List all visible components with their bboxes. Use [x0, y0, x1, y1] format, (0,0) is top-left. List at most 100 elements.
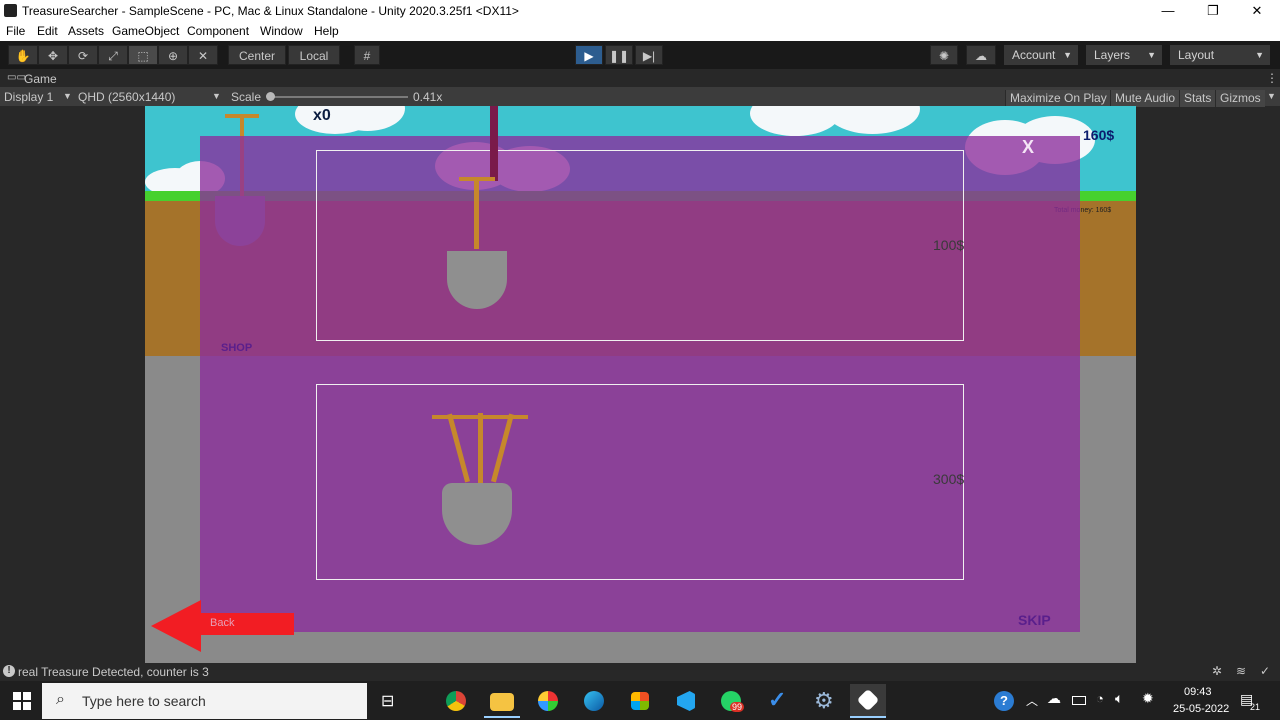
chrome-logo [446, 691, 466, 711]
item-price-300: 300$ [933, 471, 965, 487]
info-icon: ! [3, 665, 15, 677]
menu-component[interactable]: Component [187, 24, 249, 38]
chevron-down-icon: ▼ [1267, 91, 1276, 101]
mute-audio-toggle[interactable]: Mute Audio [1110, 90, 1180, 107]
hand-tool-button[interactable]: ✋ [8, 45, 38, 65]
stats-toggle[interactable]: Stats [1179, 90, 1216, 107]
whatsapp-badge: 99 [730, 702, 745, 712]
shop-item-multi-shovel[interactable]: 300$ [316, 384, 964, 580]
settings-icon[interactable]: ⚙ [806, 684, 842, 718]
windows-start-icon[interactable] [13, 692, 31, 710]
game-view[interactable]: x0 160$ Total money: 160$ SHOP X 100$ 30… [145, 106, 1136, 663]
layout-dropdown[interactable]: Layout ▼ [1170, 45, 1270, 65]
scale-slider-thumb[interactable] [266, 92, 275, 101]
menu-file[interactable]: File [6, 24, 25, 38]
tab-game[interactable]: Game [24, 72, 57, 86]
grid-snap-button[interactable]: # [354, 45, 380, 65]
back-arrow-icon[interactable] [151, 600, 201, 652]
restore-button[interactable]: ❐ [1190, 0, 1236, 22]
shop-item-shovel[interactable]: 100$ [316, 106, 965, 341]
chevron-up-icon[interactable]: ︿ [1026, 692, 1038, 709]
paint-app-icon[interactable] [530, 684, 566, 718]
scale-slider[interactable] [266, 92, 408, 101]
gear-icon: ⚙ [814, 688, 834, 713]
pause-button[interactable]: ❚❚ [605, 45, 633, 65]
shovel-icon [447, 177, 507, 313]
bug-icon[interactable]: ✲ [1212, 664, 1222, 678]
menu-help[interactable]: Help [314, 24, 339, 38]
store-icon[interactable] [622, 684, 658, 718]
custom-tool-button[interactable]: ✕ [188, 45, 218, 65]
gizmos-dropdown[interactable]: Gizmos [1215, 90, 1265, 107]
notification-count: 21 [1250, 702, 1261, 712]
rect-tool-button[interactable]: ⬚ [128, 45, 158, 65]
help-icon[interactable]: ? [994, 691, 1014, 711]
cloud-icon[interactable]: ☁ [966, 45, 996, 65]
chrome-icon[interactable] [438, 684, 474, 718]
shop-button[interactable]: SHOP [221, 342, 252, 354]
task-view-icon[interactable]: ⊟ [381, 691, 394, 711]
multi-shovel-blade [442, 483, 512, 545]
menu-window[interactable]: Window [260, 24, 303, 38]
resolution-dropdown[interactable]: QHD (2560x1440) [78, 90, 175, 104]
layers-dropdown[interactable]: Layers ▼ [1086, 45, 1162, 65]
vscode-logo [677, 691, 695, 711]
minimize-button[interactable]: — [1145, 0, 1191, 22]
account-dropdown[interactable]: Account ▼ [1004, 45, 1078, 65]
item-price-100: 100$ [933, 237, 965, 253]
menu-assets[interactable]: Assets [68, 24, 104, 38]
step-button[interactable]: ▶| [635, 45, 663, 65]
maximize-on-play-toggle[interactable]: Maximize On Play [1005, 90, 1111, 107]
chevron-down-icon: ▼ [1255, 50, 1264, 60]
center-pivot-button[interactable]: Center [228, 45, 286, 65]
volume-icon[interactable]: 🔈︎ [1115, 690, 1123, 707]
close-shop-button[interactable]: X [1022, 137, 1034, 158]
edge-icon[interactable] [576, 684, 612, 718]
window-title: TreasureSearcher - SampleScene - PC, Mac… [22, 4, 519, 18]
game-view-toolbar: Display 1 ▼ QHD (2560x1440) ▼ Scale 0.41… [0, 87, 1280, 107]
local-pivot-button[interactable]: Local [288, 45, 340, 65]
chevron-down-icon: ▼ [1147, 50, 1156, 60]
file-explorer-icon[interactable] [484, 684, 520, 718]
windows-logo-pane [23, 692, 31, 700]
shovel-icon-blade [447, 251, 507, 309]
whatsapp-icon[interactable]: 99 [714, 684, 750, 718]
collab-icon[interactable]: ✺ [930, 45, 958, 65]
onedrive-icon[interactable]: ☁ [1047, 690, 1061, 707]
edge-logo [584, 691, 604, 711]
menu-gameobject[interactable]: GameObject [112, 24, 179, 38]
display-dropdown[interactable]: Display 1 [4, 90, 53, 104]
skip-button[interactable]: SKIP [1018, 612, 1051, 628]
wifi-icon[interactable]: ◔ [1096, 691, 1104, 706]
clock-date[interactable]: 25-05-2022 [1173, 703, 1229, 715]
battery-icon[interactable] [1072, 696, 1086, 705]
chevron-down-icon: ▼ [212, 91, 221, 101]
console-message[interactable]: real Treasure Detected, counter is 3 [18, 665, 209, 679]
game-tab-strip: ▭▭ Game ⋮ [0, 69, 1280, 87]
back-button[interactable]: Back [200, 613, 294, 635]
tab-menu-icon[interactable]: ⋮ [1266, 71, 1278, 85]
search-placeholder: Type here to search [82, 693, 206, 709]
scale-label: Scale [231, 90, 262, 104]
rotate-tool-button[interactable]: ⟳ [68, 45, 98, 65]
close-window-button[interactable]: ✕ [1234, 0, 1280, 22]
checkmark-icon: ✓ [768, 687, 787, 712]
todo-icon[interactable]: ✓ [760, 684, 796, 718]
local-label: Local [299, 49, 329, 63]
layers-stack-icon[interactable]: ≋ [1236, 664, 1246, 678]
stick-pole [490, 106, 498, 181]
windows-logo-pane [23, 702, 31, 710]
brightness-icon[interactable]: ✹ [1142, 690, 1154, 707]
transform-tool-button[interactable]: ⊕ [158, 45, 188, 65]
play-button[interactable]: ▶ [575, 45, 603, 65]
check-circle-icon[interactable]: ✓ [1260, 664, 1270, 678]
chevron-down-icon: ▼ [63, 91, 72, 101]
scale-tool-button[interactable]: ⤢ [98, 45, 128, 65]
unity-taskbar-icon[interactable] [850, 684, 886, 718]
taskbar-search-box[interactable]: ⌕ Type here to search [42, 683, 367, 719]
move-tool-button[interactable]: ✥ [38, 45, 68, 65]
clock-time[interactable]: 09:43 [1184, 686, 1212, 698]
vscode-icon[interactable] [668, 684, 704, 718]
menu-edit[interactable]: Edit [37, 24, 58, 38]
account-label: Account [1012, 48, 1056, 62]
